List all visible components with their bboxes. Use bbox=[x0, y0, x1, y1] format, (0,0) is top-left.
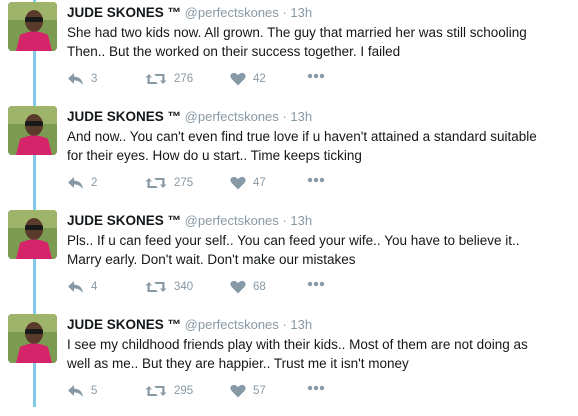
retweet-icon bbox=[145, 386, 167, 396]
tweet-text-line: Pls.. If u can feed your self.. You can … bbox=[67, 233, 520, 248]
tweet-text: I see my childhood friends play with the… bbox=[67, 335, 568, 373]
reply-button[interactable]: 5 bbox=[67, 384, 97, 398]
tweet-timestamp[interactable]: 13h bbox=[290, 317, 312, 332]
avatar-photo bbox=[8, 2, 57, 51]
tweet-text-line: And now.. You can't even find true love … bbox=[67, 129, 537, 144]
tweet[interactable]: JUDE SKONES ™ @perfectskones · 13h Pls..… bbox=[0, 208, 578, 312]
tweet-header: JUDE SKONES ™ @perfectskones · 13h bbox=[67, 108, 572, 125]
tweet-header: JUDE SKONES ™ @perfectskones · 13h bbox=[67, 4, 572, 21]
heart-icon bbox=[230, 280, 246, 294]
tweet-text: And now.. You can't even find true love … bbox=[67, 127, 568, 165]
tweet-text-line: for their eyes. How do u start.. Time ke… bbox=[67, 148, 362, 163]
reply-icon bbox=[68, 73, 83, 85]
avatar[interactable] bbox=[8, 314, 57, 363]
author-handle[interactable]: @perfectskones bbox=[185, 317, 279, 332]
avatar-photo bbox=[8, 314, 57, 363]
tweet-text-line: She had two kids now. All grown. The guy… bbox=[67, 25, 527, 40]
reply-icon bbox=[68, 281, 83, 293]
author-name[interactable]: JUDE SKONES ™ bbox=[67, 5, 181, 20]
retweet-count: 275 bbox=[174, 177, 194, 189]
retweet-count: 276 bbox=[174, 73, 194, 85]
author-handle[interactable]: @perfectskones bbox=[185, 5, 279, 20]
avatar-photo bbox=[8, 210, 57, 259]
retweet-button[interactable]: 276 bbox=[145, 72, 193, 86]
retweet-icon bbox=[145, 74, 167, 84]
tweet-timestamp[interactable]: 13h bbox=[290, 213, 312, 228]
author-handle[interactable]: @perfectskones bbox=[185, 109, 279, 124]
reply-button[interactable]: 2 bbox=[67, 176, 97, 190]
like-button[interactable]: 47 bbox=[230, 176, 266, 190]
like-count: 68 bbox=[253, 281, 266, 293]
reply-button[interactable]: 4 bbox=[67, 280, 97, 294]
author-name[interactable]: JUDE SKONES ™ bbox=[67, 317, 181, 332]
like-count: 47 bbox=[253, 177, 266, 189]
more-dots-icon bbox=[307, 177, 325, 183]
heart-icon bbox=[230, 176, 246, 190]
tweet-header: JUDE SKONES ™ @perfectskones · 13h bbox=[67, 316, 572, 333]
avatar[interactable] bbox=[8, 106, 57, 155]
reply-icon bbox=[68, 385, 83, 397]
author-name[interactable]: JUDE SKONES ™ bbox=[67, 213, 181, 228]
reply-count: 3 bbox=[91, 73, 98, 85]
tweet-text-line: well as me.. But they are happier.. Trus… bbox=[67, 356, 409, 371]
tweet-text: She had two kids now. All grown. The guy… bbox=[67, 23, 568, 61]
more-dots-icon bbox=[307, 281, 325, 287]
retweet-icon bbox=[145, 178, 167, 188]
tweet-timestamp[interactable]: 13h bbox=[290, 5, 312, 20]
tweet-header: JUDE SKONES ™ @perfectskones · 13h bbox=[67, 212, 572, 229]
retweet-button[interactable]: 275 bbox=[145, 176, 193, 190]
like-count: 57 bbox=[253, 385, 266, 397]
like-button[interactable]: 57 bbox=[230, 384, 266, 398]
retweet-icon bbox=[145, 282, 167, 292]
reply-count: 5 bbox=[91, 385, 98, 397]
avatar-photo bbox=[8, 106, 57, 155]
tweet-timestamp[interactable]: 13h bbox=[290, 109, 312, 124]
author-handle[interactable]: @perfectskones bbox=[185, 213, 279, 228]
reply-count: 4 bbox=[91, 281, 98, 293]
like-count: 42 bbox=[253, 73, 266, 85]
tweet-text: Pls.. If u can feed your self.. You can … bbox=[67, 231, 568, 269]
tweet[interactable]: JUDE SKONES ™ @perfectskones · 13h I see… bbox=[0, 312, 578, 416]
more-dots-icon bbox=[307, 73, 325, 79]
tweet-text-line: Then.. But the worked on their success t… bbox=[67, 44, 401, 59]
author-name[interactable]: JUDE SKONES ™ bbox=[67, 109, 181, 124]
more-button[interactable] bbox=[307, 73, 325, 79]
like-button[interactable]: 42 bbox=[230, 72, 266, 86]
tweet-text-line: I see my childhood friends play with the… bbox=[67, 337, 528, 352]
reply-count: 2 bbox=[91, 177, 98, 189]
separator-dot: · bbox=[282, 109, 287, 124]
more-button[interactable] bbox=[307, 281, 325, 287]
tweet[interactable]: JUDE SKONES ™ @perfectskones · 13h And n… bbox=[0, 104, 578, 208]
reply-icon bbox=[68, 177, 83, 189]
tweet[interactable]: JUDE SKONES ™ @perfectskones · 13h She h… bbox=[0, 0, 578, 104]
heart-icon bbox=[230, 384, 246, 398]
reply-button[interactable]: 3 bbox=[67, 72, 97, 86]
separator-dot: · bbox=[282, 317, 287, 332]
more-button[interactable] bbox=[307, 385, 325, 391]
retweet-button[interactable]: 340 bbox=[145, 280, 193, 294]
retweet-count: 340 bbox=[174, 281, 194, 293]
more-button[interactable] bbox=[307, 177, 325, 183]
separator-dot: · bbox=[282, 5, 287, 20]
tweet-text-line: Marry early. Don't wait. Don't make our … bbox=[67, 252, 356, 267]
avatar[interactable] bbox=[8, 210, 57, 259]
separator-dot: · bbox=[282, 213, 287, 228]
retweet-count: 295 bbox=[174, 385, 194, 397]
avatar[interactable] bbox=[8, 2, 57, 51]
more-dots-icon bbox=[307, 385, 325, 391]
heart-icon bbox=[230, 72, 246, 86]
retweet-button[interactable]: 295 bbox=[145, 384, 193, 398]
like-button[interactable]: 68 bbox=[230, 280, 266, 294]
